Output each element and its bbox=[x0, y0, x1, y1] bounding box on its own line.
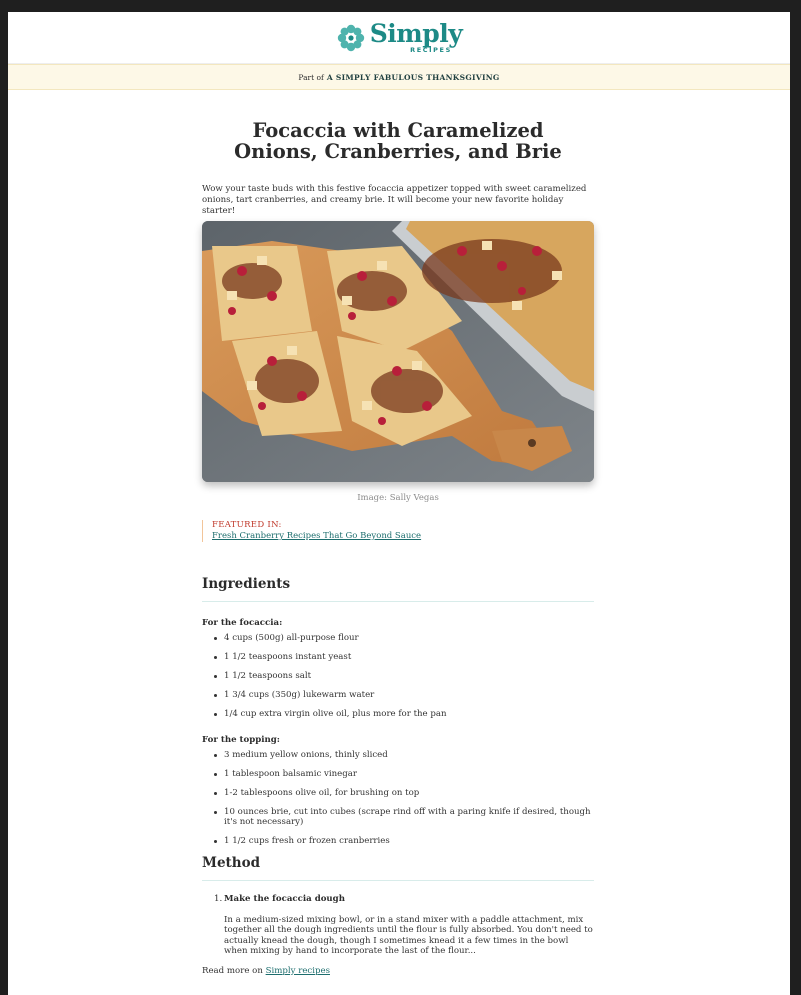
ingredient-item: 1 3/4 cups (350g) lukewarm water bbox=[202, 690, 594, 701]
banner-link[interactable]: A SIMPLY FABULOUS THANKSGIVING bbox=[327, 73, 500, 82]
site-header: Simply RECIPES bbox=[8, 12, 790, 64]
step-number: 1. bbox=[214, 894, 223, 905]
hero-image bbox=[202, 221, 594, 482]
ingredient-group-title: For the topping: bbox=[202, 735, 280, 746]
focaccia-photo bbox=[202, 221, 594, 482]
image-credit: Image: Sally Vegas bbox=[357, 493, 439, 503]
page-frame: Simply RECIPES Part of A SIMPLY FABULOUS… bbox=[8, 12, 790, 995]
read-more: Read more on Simply recipes bbox=[202, 966, 594, 976]
ingredient-list: 4 cups (500g) all-purpose flour 1 1/2 te… bbox=[202, 633, 594, 719]
logo-subtitle: RECIPES bbox=[410, 46, 452, 55]
banner-prefix: Part of bbox=[298, 72, 324, 82]
method-heading: Method bbox=[202, 855, 594, 882]
recipe-article: Focaccia with Caramelized Onions, Cranbe… bbox=[202, 120, 594, 976]
step-body: In a medium-sized mixing bowl, or in a s… bbox=[224, 914, 593, 957]
featured-label: FEATURED IN: bbox=[212, 520, 282, 530]
featured-link[interactable]: Fresh Cranberry Recipes That Go Beyond S… bbox=[212, 531, 421, 541]
ingredient-group-title: For the focaccia: bbox=[202, 618, 283, 628]
method-step: 1. Make the focaccia dough In a medium-s… bbox=[202, 894, 594, 957]
ingredient-item: 1 tablespoon balsamic vinegar bbox=[202, 769, 594, 780]
ingredient-item: 1 1/2 teaspoons instant yeast bbox=[202, 652, 594, 663]
ingredient-item: 1-2 tablespoons olive oil, for brushing … bbox=[202, 788, 594, 799]
collection-banner: Part of A SIMPLY FABULOUS THANKSGIVING bbox=[8, 64, 790, 90]
ingredient-item: 4 cups (500g) all-purpose flour bbox=[202, 633, 594, 644]
ingredients-heading: Ingredients bbox=[202, 576, 594, 602]
ingredient-item: 1 1/2 teaspoons salt bbox=[202, 671, 594, 682]
logo-wordmark: Simply bbox=[369, 19, 463, 49]
ingredient-list: 3 medium yellow onions, thinly sliced 1 … bbox=[202, 750, 594, 847]
ingredient-item: 10 ounces brie, cut into cubes (scrape r… bbox=[202, 807, 594, 828]
recipe-intro: Wow your taste buds with this festive fo… bbox=[202, 184, 587, 216]
read-more-prefix: Read more on bbox=[202, 965, 263, 976]
flower-logo-icon bbox=[337, 24, 364, 51]
ingredient-item: 1 1/2 cups fresh or frozen cranberries bbox=[202, 836, 594, 847]
featured-in: FEATURED IN: Fresh Cranberry Recipes Tha… bbox=[202, 520, 594, 542]
recipe-title: Focaccia with Caramelized Onions, Cranbe… bbox=[234, 119, 562, 163]
site-logo[interactable]: Simply RECIPES bbox=[336, 21, 463, 54]
ingredient-item: 1/4 cup extra virgin olive oil, plus mor… bbox=[202, 709, 594, 720]
ingredient-item: 3 medium yellow onions, thinly sliced bbox=[202, 750, 594, 761]
step-title: Make the focaccia dough bbox=[224, 894, 345, 905]
read-more-link[interactable]: Simply recipes bbox=[266, 966, 330, 976]
